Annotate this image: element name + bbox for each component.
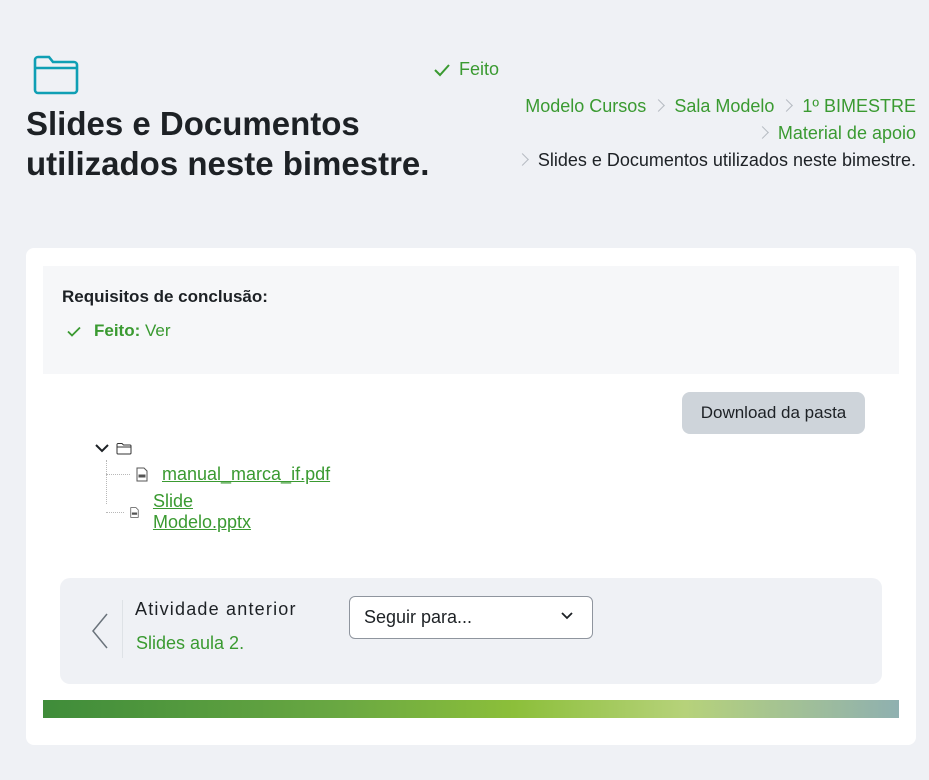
chevron-left-icon[interactable]: [90, 612, 110, 650]
check-icon: [67, 326, 81, 337]
completion-requirement-status: Feito:: [94, 321, 141, 340]
jump-to-select[interactable]: Seguir para...: [349, 596, 593, 639]
tree-connector: [106, 474, 130, 475]
tree-connector: [106, 511, 124, 513]
activity-navigation: Atividade anterior Slides aula 2. Seguir…: [60, 578, 882, 684]
chevron-right-icon: [652, 99, 666, 112]
pdf-file-icon: [136, 467, 148, 482]
tree-root[interactable]: [94, 438, 132, 458]
download-folder-button[interactable]: Download da pasta: [682, 392, 865, 434]
breadcrumb-item-material-de-apoio[interactable]: Material de apoio: [778, 123, 916, 143]
completion-status-label: Feito: [459, 59, 500, 79]
folder-icon: [33, 55, 79, 95]
chevron-down-icon[interactable]: [94, 442, 110, 454]
previous-activity-label: Atividade anterior: [135, 599, 297, 619]
folder-small-icon: [116, 442, 132, 454]
check-icon: [434, 63, 450, 76]
completion-requirements: Requisitos de conclusão: Feito: Ver: [43, 266, 899, 374]
pptx-file-icon: [130, 506, 139, 518]
chevron-down-icon: [561, 612, 573, 620]
completion-status: Feito: [433, 59, 499, 80]
page-title: Slides e Documentos utilizados neste bim…: [26, 105, 430, 182]
footer-banner-image: [43, 700, 899, 718]
completion-requirements-title: Requisitos de conclusão:: [62, 287, 268, 306]
completion-requirement-action: Ver: [145, 321, 171, 340]
previous-activity-link[interactable]: Slides aula 2.: [136, 633, 244, 654]
chevron-right-icon: [515, 153, 529, 166]
breadcrumb-item-bimestre[interactable]: 1º BIMESTRE: [802, 96, 916, 116]
breadcrumb: Modelo Cursos Sala Modelo 1º BIMESTRE Mater…: [496, 93, 916, 174]
divider: [122, 600, 123, 658]
file-link-slide-modelo[interactable]: Slide Modelo.pptx: [153, 491, 260, 533]
file-tree: manual_marca_if.pdf Slide Modelo.pptx: [94, 438, 330, 532]
completion-requirement-item: Feito: Ver: [67, 321, 171, 341]
breadcrumb-item-sala-modelo[interactable]: Sala Modelo: [674, 96, 774, 116]
chevron-right-icon: [756, 126, 769, 139]
list-item: Slide Modelo.pptx: [106, 491, 260, 533]
breadcrumb-item-current: Slides e Documentos utilizados neste bim…: [537, 150, 916, 170]
list-item: manual_marca_if.pdf: [106, 464, 330, 485]
chevron-right-icon: [780, 99, 794, 112]
jump-to-select-value: Seguir para...: [364, 607, 473, 627]
main-card: Requisitos de conclusão: Feito: Ver Down…: [26, 248, 916, 745]
file-link-manual-marca-if[interactable]: manual_marca_if.pdf: [162, 464, 330, 485]
breadcrumb-item-modelo-cursos[interactable]: Modelo Cursos: [525, 96, 646, 116]
